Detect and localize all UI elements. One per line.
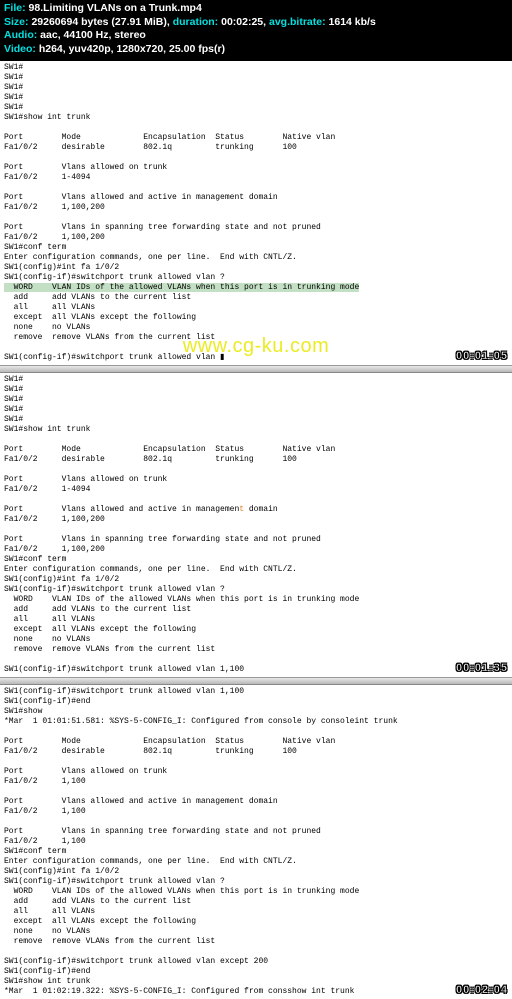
audio-line: Audio: aac, 44100 Hz, stereo (4, 29, 508, 43)
terminal-frame-2: SW1# SW1# SW1# SW1# SW1# SW1#show int tr… (0, 373, 512, 677)
media-info-header: File: 98.Limiting VLANs on a Trunk.mp4 S… (0, 0, 512, 61)
terminal-frame-1: SW1# SW1# SW1# SW1# SW1# SW1#show int tr… (0, 61, 512, 365)
size-line: Size: 29260694 bytes (27.91 MiB), durati… (4, 16, 508, 30)
terminal-output-1: SW1# SW1# SW1# SW1# SW1# SW1#show int tr… (0, 61, 512, 365)
video-line: Video: h264, yuv420p, 1280x720, 25.00 fp… (4, 43, 508, 57)
terminal-output-2: SW1# SW1# SW1# SW1# SW1# SW1#show int tr… (0, 373, 512, 677)
timestamp-1: 00:01:05 (456, 350, 508, 364)
file-line: File: 98.Limiting VLANs on a Trunk.mp4 (4, 2, 508, 16)
terminal-output-3: SW1(config-if)#switchport trunk allowed … (0, 685, 512, 999)
terminal-frame-3: SW1(config-if)#switchport trunk allowed … (0, 685, 512, 999)
frame-divider (0, 677, 512, 685)
timestamp-2: 00:01:35 (456, 662, 508, 676)
timestamp-3: 00:02:04 (456, 984, 508, 998)
frame-divider (0, 365, 512, 373)
